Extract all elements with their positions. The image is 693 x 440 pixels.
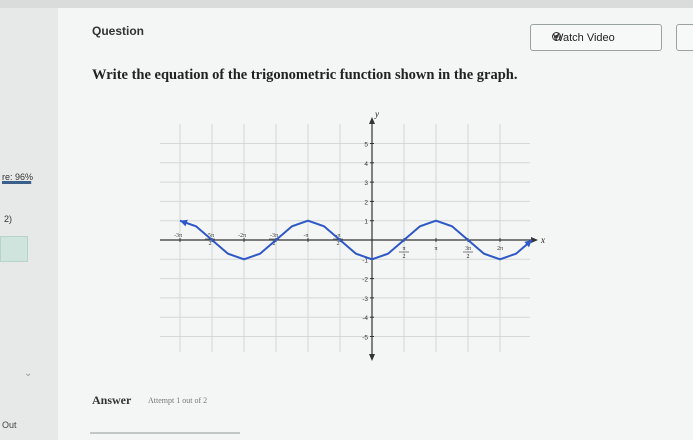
y-tick-label: -2	[362, 277, 368, 284]
graph-grid	[160, 124, 530, 352]
y-tick-label: -5	[362, 335, 368, 342]
attempt-text: Attempt 1 out of 2	[148, 396, 208, 405]
x-tick-numerator: π	[402, 246, 405, 252]
y-tick-label: -3	[362, 296, 368, 303]
graph-ticks: 54321-1-2-3-4-5-3π -5π2-2π -3π2-π -π2π2π 3π2…	[174, 142, 503, 342]
x-tick-denominator: 2	[467, 254, 470, 260]
x-tick-denominator: 2	[403, 254, 406, 260]
y-axis-down-arrow-icon	[369, 354, 375, 361]
x-tick-denominator: 2	[209, 241, 212, 247]
x-tick-numerator: 3π	[465, 246, 471, 252]
answer-input[interactable]	[90, 432, 240, 434]
y-tick-label: 1	[364, 219, 368, 226]
y-axis-label: y	[374, 109, 379, 119]
answer-label: Answer	[92, 393, 132, 407]
y-tick-label: 4	[364, 161, 368, 168]
y-tick-label: 5	[364, 142, 368, 149]
graph-axes	[160, 117, 538, 361]
x-axis-arrow-icon	[531, 237, 538, 243]
trig-graph: 54321-1-2-3-4-5-3π -5π2-2π -3π2-π -π2π2π 3π2…	[160, 109, 545, 361]
x-axis-label: x	[540, 235, 545, 245]
y-tick-label: -4	[362, 315, 368, 322]
x-tick-denominator: 2	[337, 241, 340, 247]
x-tick-label: 2π	[497, 246, 503, 252]
y-tick-label: 3	[364, 180, 368, 187]
x-tick-label: -π	[303, 233, 308, 239]
y-tick-label: 2	[364, 199, 368, 206]
x-tick-label: π	[434, 246, 437, 252]
curve-arrows	[180, 219, 532, 248]
x-tick-label: -3π	[174, 233, 182, 239]
x-tick-label: -2π	[238, 233, 246, 239]
